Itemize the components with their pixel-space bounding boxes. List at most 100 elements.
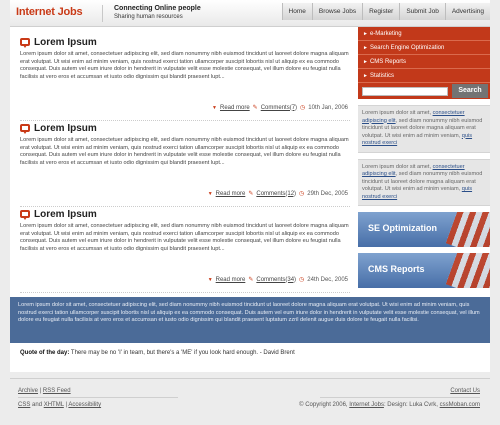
article: Lorem Ipsum Lorem ipsum dolor sit amet, …	[20, 121, 350, 207]
nav-submit-job[interactable]: Submit Job	[399, 3, 445, 20]
article-title: Lorem Ipsum	[34, 208, 97, 220]
sidebar-item-label: Search Engine Optimization	[369, 45, 445, 51]
chevron-down-icon: ▼	[207, 190, 213, 197]
article-title-row: Lorem Ipsum	[20, 121, 350, 135]
css-link[interactable]: CSS	[18, 402, 30, 408]
sidebar-item-cms-reports[interactable]: ► CMS Reports	[358, 55, 490, 69]
sidebar-item-statistics[interactable]: ► Statistics	[358, 69, 490, 83]
header: Internet Jobs Connecting Online people S…	[10, 0, 490, 27]
article-title: Lorem Ipsum	[34, 122, 97, 134]
read-more-link[interactable]: Read more	[216, 277, 246, 283]
footer-divider	[320, 397, 480, 398]
tagline-subtitle: Sharing human resources	[114, 14, 183, 20]
article-body: Lorem ipsum dolor sit amet, consectetuer…	[20, 51, 349, 81]
article-date: 24th Dec, 2005	[307, 276, 348, 283]
clock-icon: ◷	[299, 277, 305, 283]
search-input[interactable]	[362, 86, 448, 96]
article-meta: ▼ Read more ✎ Comments(34) ◷ 24th Dec, 2…	[207, 276, 348, 284]
sidebar-text-block: Lorem ipsum dolor sit amet, consectetuer…	[358, 105, 490, 153]
designer-link[interactable]: cssMoban.com	[440, 402, 480, 408]
comment-bubble-icon	[20, 124, 30, 134]
cubes-graphic	[445, 253, 490, 288]
nav-advertising[interactable]: Advertising	[444, 3, 490, 20]
arrow-right-icon: ►	[363, 31, 368, 37]
sidebar: ► e-Marketing ► Search Engine Optimization…	[358, 27, 490, 288]
accessibility-link[interactable]: Accessibility	[68, 402, 101, 408]
article: Lorem Ipsum Lorem ipsum dolor sit amet, …	[20, 35, 350, 121]
nav-browse-jobs[interactable]: Browse Jobs	[311, 3, 363, 20]
article-meta: ▼ Read more ✎ Comments(7) ◷ 10th Jan, 20…	[212, 104, 348, 112]
search-bar: Search	[358, 83, 490, 99]
comment-bubble-icon	[20, 210, 30, 220]
sidebar-item-label: CMS Reports	[369, 59, 406, 65]
tagline-title: Connecting Online people	[114, 5, 201, 12]
sidebar-item-seo[interactable]: ► Search Engine Optimization	[358, 41, 490, 55]
footer-and: and	[32, 402, 43, 408]
highlight-box: Lorem ipsum dolor sit amet, consectetuer…	[10, 297, 490, 343]
promo-title: SE Optimization	[368, 223, 438, 233]
article: Lorem Ipsum Lorem ipsum dolor sit amet, …	[20, 207, 350, 293]
article-body: Lorem ipsum dolor sit amet, consectetuer…	[20, 137, 349, 167]
nav-register[interactable]: Register	[362, 3, 400, 20]
comment-icon: ✎	[248, 191, 254, 197]
clock-icon: ◷	[299, 191, 305, 197]
article-date: 10th Jan, 2006	[308, 104, 348, 111]
comments-link[interactable]: Comments(34)	[256, 277, 296, 283]
article-body: Lorem ipsum dolor sit amet, consectetuer…	[20, 223, 349, 253]
arrow-right-icon: ►	[363, 45, 368, 51]
promo-title: CMS Reports	[368, 264, 425, 274]
promo-se-optimization[interactable]: SE Optimization	[358, 212, 490, 247]
comment-icon: ✎	[252, 105, 258, 111]
footer-copyright: © Copyright 2006, Internet Jobs: Design:…	[299, 402, 480, 408]
page: Internet Jobs Connecting Online people S…	[10, 0, 490, 425]
sidebar-item-e-marketing[interactable]: ► e-Marketing	[358, 27, 490, 41]
site-logo[interactable]: Internet Jobs	[16, 6, 83, 18]
logo-divider	[102, 5, 103, 22]
comments-link[interactable]: Comments(7)	[261, 105, 297, 111]
site-link[interactable]: Internet Jobs	[349, 402, 384, 408]
top-nav: Home Browse Jobs Register Submit Job Adv…	[281, 3, 490, 20]
sidebar-item-label: Statistics	[369, 73, 394, 79]
quote-of-the-day: Quote of the day: There may be no 'I' in…	[20, 350, 295, 356]
footer-divider	[18, 397, 178, 398]
chevron-down-icon: ▼	[212, 104, 217, 111]
xhtml-link[interactable]: XHTML	[44, 402, 64, 408]
main-wrapper: Internet Jobs Connecting Online people S…	[10, 0, 490, 372]
footer-contact: Contact Us	[450, 388, 480, 394]
clock-icon: ◷	[300, 105, 306, 111]
block-text: Lorem ipsum dolor sit amet,	[362, 163, 433, 170]
quote-label: Quote of the day:	[20, 350, 70, 356]
archive-link[interactable]: Archive	[18, 388, 38, 394]
article-title: Lorem Ipsum	[34, 36, 97, 48]
read-more-link[interactable]: Read more	[220, 105, 250, 111]
chevron-down-icon: ▼	[207, 276, 213, 283]
promo-cms-reports[interactable]: CMS Reports	[358, 253, 490, 288]
footer-links-bottom: CSS and XHTML | Accessibility	[18, 402, 102, 408]
nav-home[interactable]: Home	[281, 3, 312, 20]
copyright-text: © Copyright 2006,	[299, 402, 348, 408]
sidebar-text-block: Lorem ipsum dolor sit amet, consectetuer…	[358, 158, 490, 206]
arrow-right-icon: ►	[363, 73, 368, 79]
quote-text: There may be no 'I' in team, but there's…	[70, 350, 295, 356]
article-title-row: Lorem Ipsum	[20, 207, 350, 221]
arrow-right-icon: ►	[363, 59, 368, 65]
contact-us-link[interactable]: Contact Us	[450, 388, 480, 394]
comments-link[interactable]: Comments(12)	[256, 191, 296, 197]
search-button[interactable]: Search	[452, 84, 488, 98]
article-title-row: Lorem Ipsum	[20, 35, 350, 49]
article-list: Lorem Ipsum Lorem ipsum dolor sit amet, …	[20, 35, 350, 293]
rss-feed-link[interactable]: RSS Feed	[43, 388, 71, 394]
block-text: Lorem ipsum dolor sit amet,	[362, 110, 433, 116]
cubes-graphic	[445, 212, 490, 247]
design-credit: : Design: Luka Cvrk,	[383, 402, 438, 408]
article-meta: ▼ Read more ✎ Comments(12) ◷ 29th Dec, 2…	[207, 190, 348, 198]
comment-bubble-icon	[20, 38, 30, 48]
sidebar-menu: ► e-Marketing ► Search Engine Optimization…	[358, 27, 490, 83]
comment-icon: ✎	[248, 277, 254, 283]
footer: Archive | RSS Feed CSS and XHTML | Acces…	[10, 378, 490, 425]
sidebar-item-label: e-Marketing	[369, 31, 402, 37]
tagline: Connecting Online people Sharing human r…	[114, 5, 201, 21]
footer-links-top: Archive | RSS Feed	[18, 388, 71, 394]
article-date: 29th Dec, 2005	[307, 190, 348, 197]
read-more-link[interactable]: Read more	[216, 191, 246, 197]
